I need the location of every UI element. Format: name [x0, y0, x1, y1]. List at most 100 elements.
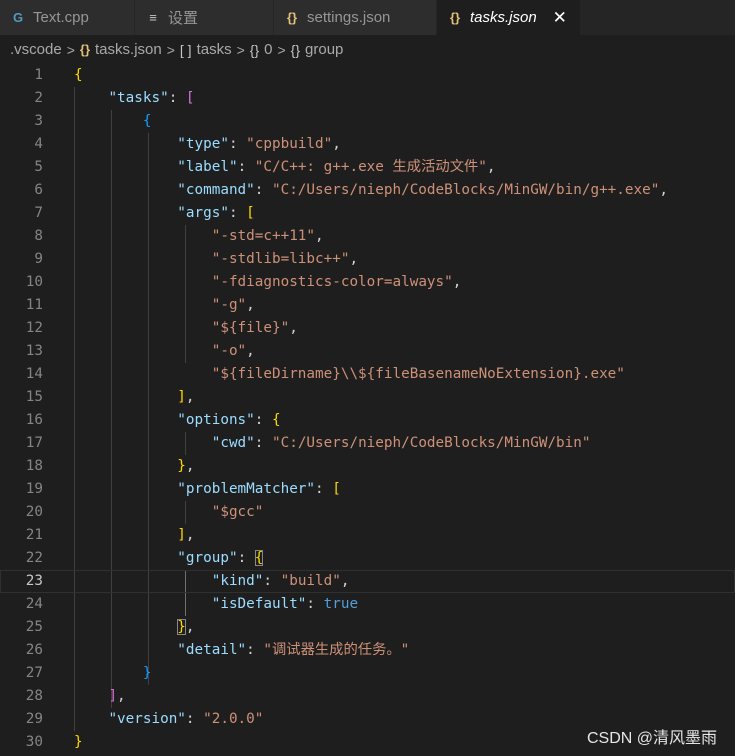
breadcrumb-tasks[interactable]: tasks — [197, 41, 232, 58]
tab-label: settings.json — [307, 9, 391, 26]
code-token: : — [254, 182, 272, 198]
code-line[interactable]: 16 "options": { — [0, 409, 735, 432]
code-line[interactable]: 3 { — [0, 110, 735, 133]
line-number: 27 — [25, 665, 43, 681]
breadcrumb-index[interactable]: 0 — [264, 41, 272, 58]
code-token: "$gcc" — [211, 504, 264, 520]
code-text: "options": { — [74, 409, 281, 432]
code-token: , — [349, 251, 359, 267]
code-token: "-g" — [211, 297, 247, 313]
settings-file-icon: ≡ — [149, 10, 157, 25]
code-token: : — [306, 596, 324, 612]
breadcrumb-group[interactable]: group — [305, 41, 343, 58]
code-line[interactable]: 2 "tasks": [ — [0, 87, 735, 110]
line-number: 7 — [34, 205, 43, 221]
line-number: 10 — [25, 274, 43, 290]
code-token: "${fileDirname}\\${fileBasenameNoExtensi… — [211, 366, 625, 382]
code-line[interactable]: 14 "${fileDirname}\\${fileBasenameNoExte… — [0, 363, 735, 386]
line-number: 29 — [25, 711, 43, 727]
code-line[interactable]: 24 "isDefault": true — [0, 593, 735, 616]
chevron-right-icon: > — [277, 41, 286, 58]
code-token: "type" — [177, 136, 229, 152]
code-line[interactable]: 15 ], — [0, 386, 735, 409]
code-line[interactable]: 1{ — [0, 64, 735, 87]
code-line[interactable]: 26 "detail": "调试器生成的任务。" — [0, 639, 735, 662]
code-token: "调试器生成的任务。" — [263, 642, 410, 658]
code-line[interactable]: 6 "command": "C:/Users/nieph/CodeBlocks/… — [0, 179, 735, 202]
code-line[interactable]: 13 "-o", — [0, 340, 735, 363]
code-text: "detail": "调试器生成的任务。" — [74, 639, 409, 662]
code-line[interactable]: 5 "label": "C/C++: g++.exe 生成活动文件", — [0, 156, 735, 179]
code-editor[interactable]: 1{2 "tasks": [3 {4 "type": "cppbuild", 5 … — [0, 64, 735, 756]
code-token: "command" — [177, 182, 255, 198]
tab-bar: G Text.cpp ≡ 设置 {} settings.json {} task… — [0, 0, 735, 35]
code-line[interactable]: 12 "${file}", — [0, 317, 735, 340]
close-icon[interactable]: ✕ — [551, 8, 569, 28]
code-line[interactable]: 27 } — [0, 662, 735, 685]
code-token: , — [315, 228, 324, 244]
line-number: 6 — [34, 182, 43, 198]
line-number: 1 — [34, 67, 43, 83]
code-text: "problemMatcher": [ — [74, 478, 341, 501]
line-number: 26 — [25, 642, 43, 658]
code-token: [ — [185, 90, 195, 106]
code-line[interactable]: 7 "args": [ — [0, 202, 735, 225]
tab-settings-json[interactable]: {} settings.json — [274, 0, 437, 35]
line-number: 28 — [25, 688, 43, 704]
code-token: : — [168, 90, 186, 106]
code-line[interactable]: 18 }, — [0, 455, 735, 478]
code-text: "cwd": "C:/Users/nieph/CodeBlocks/MinGW/… — [74, 432, 591, 455]
code-token: "group" — [177, 550, 238, 566]
code-token: , — [246, 297, 255, 313]
code-line[interactable]: 10 "-fdiagnostics-color=always", — [0, 271, 735, 294]
array-icon: [ ] — [179, 41, 192, 58]
code-line[interactable]: 8 "-std=c++11", — [0, 225, 735, 248]
line-number: 17 — [25, 435, 43, 451]
code-line[interactable]: 4 "type": "cppbuild", — [0, 133, 735, 156]
tab-text-cpp[interactable]: G Text.cpp — [0, 0, 135, 35]
code-token: ] — [177, 527, 186, 543]
breadcrumb: .vscode > {} tasks.json > [ ] tasks > {}… — [0, 35, 735, 64]
tab-settings[interactable]: ≡ 设置 — [135, 0, 274, 35]
code-token: { — [271, 412, 281, 428]
code-token: { — [254, 550, 264, 566]
code-line[interactable]: 22 "group": { — [0, 547, 735, 570]
code-line[interactable]: 28 ], — [0, 685, 735, 708]
code-token: , — [486, 159, 496, 175]
tab-tasks-json[interactable]: {} tasks.json ✕ — [437, 0, 581, 35]
code-line[interactable]: 11 "-g", — [0, 294, 735, 317]
code-token: true — [323, 596, 359, 612]
code-line[interactable]: 17 "cwd": "C:/Users/nieph/CodeBlocks/Min… — [0, 432, 735, 455]
chevron-right-icon: > — [166, 41, 175, 58]
line-number: 2 — [34, 90, 43, 106]
code-token: : — [185, 711, 204, 727]
code-line[interactable]: 19 "problemMatcher": [ — [0, 478, 735, 501]
object-icon: {} — [249, 41, 260, 58]
code-line[interactable]: 21 ], — [0, 524, 735, 547]
breadcrumb-folder[interactable]: .vscode — [10, 41, 62, 58]
code-line[interactable]: 25 }, — [0, 616, 735, 639]
code-text: "-stdlib=libc++", — [74, 248, 358, 271]
code-text: ], — [74, 524, 194, 547]
code-token: { — [142, 113, 152, 129]
line-number: 15 — [25, 389, 43, 405]
breadcrumb-file[interactable]: tasks.json — [95, 41, 162, 58]
code-line[interactable]: 9 "-stdlib=libc++", — [0, 248, 735, 271]
code-token: : — [246, 642, 264, 658]
code-text: "$gcc" — [74, 501, 264, 524]
code-line[interactable]: 20 "$gcc" — [0, 501, 735, 524]
code-line[interactable]: 23 "kind": "build", — [0, 570, 735, 593]
code-token: : — [228, 205, 247, 221]
